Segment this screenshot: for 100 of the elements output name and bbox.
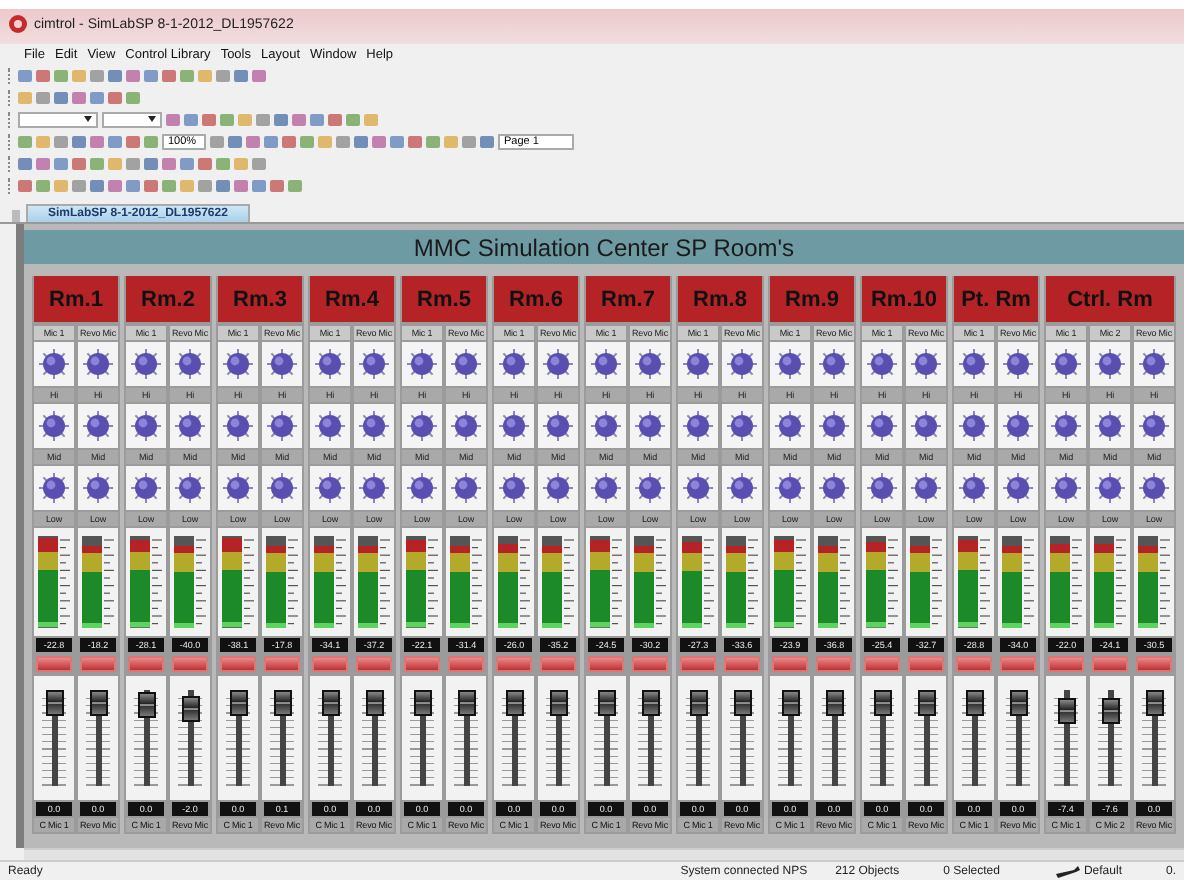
- fader-handle[interactable]: [457, 690, 475, 717]
- knob[interactable]: [1050, 348, 1082, 380]
- knob[interactable]: [450, 410, 482, 442]
- fader[interactable]: [181, 690, 199, 786]
- knob[interactable]: [958, 410, 990, 442]
- knob[interactable]: [406, 410, 438, 442]
- fader-handle[interactable]: [1145, 690, 1163, 717]
- fader[interactable]: [641, 690, 659, 786]
- knob[interactable]: [82, 348, 114, 380]
- knob[interactable]: [774, 472, 806, 504]
- knob[interactable]: [358, 348, 390, 380]
- knob[interactable]: [266, 410, 298, 442]
- knob[interactable]: [774, 348, 806, 380]
- knob[interactable]: [634, 472, 666, 504]
- knob[interactable]: [542, 472, 574, 504]
- knob[interactable]: [774, 410, 806, 442]
- knob[interactable]: [910, 348, 942, 380]
- knob[interactable]: [1050, 472, 1082, 504]
- fader[interactable]: [781, 690, 799, 786]
- knob[interactable]: [726, 410, 758, 442]
- knob[interactable]: [682, 348, 714, 380]
- knob[interactable]: [130, 410, 162, 442]
- fader-handle[interactable]: [873, 690, 891, 717]
- knob[interactable]: [498, 348, 530, 380]
- fader[interactable]: [597, 690, 615, 786]
- fader[interactable]: [873, 690, 891, 786]
- knob[interactable]: [82, 472, 114, 504]
- knob[interactable]: [314, 348, 346, 380]
- knob[interactable]: [542, 410, 574, 442]
- fader-handle[interactable]: [365, 690, 383, 717]
- fader[interactable]: [549, 690, 567, 786]
- knob[interactable]: [314, 410, 346, 442]
- fader-handle[interactable]: [917, 690, 935, 717]
- knob[interactable]: [818, 410, 850, 442]
- knob[interactable]: [406, 472, 438, 504]
- knob[interactable]: [314, 472, 346, 504]
- knob[interactable]: [1138, 348, 1170, 380]
- knob[interactable]: [174, 348, 206, 380]
- fader-handle[interactable]: [597, 690, 615, 717]
- knob[interactable]: [174, 472, 206, 504]
- knob[interactable]: [634, 410, 666, 442]
- fader-handle[interactable]: [181, 696, 199, 723]
- fader-handle[interactable]: [413, 690, 431, 717]
- knob[interactable]: [958, 348, 990, 380]
- fader[interactable]: [89, 690, 107, 786]
- knob[interactable]: [222, 472, 254, 504]
- fader[interactable]: [457, 690, 475, 786]
- fader-handle[interactable]: [229, 690, 247, 717]
- fader[interactable]: [365, 690, 383, 786]
- knob[interactable]: [1138, 472, 1170, 504]
- knob[interactable]: [1002, 410, 1034, 442]
- fader[interactable]: [689, 690, 707, 786]
- knob[interactable]: [38, 472, 70, 504]
- knob[interactable]: [266, 348, 298, 380]
- knob[interactable]: [910, 410, 942, 442]
- fader[interactable]: [137, 690, 155, 786]
- knob[interactable]: [866, 472, 898, 504]
- knob[interactable]: [1002, 472, 1034, 504]
- knob[interactable]: [866, 348, 898, 380]
- knob[interactable]: [1094, 410, 1126, 442]
- knob[interactable]: [1138, 410, 1170, 442]
- fader-handle[interactable]: [965, 690, 983, 717]
- knob[interactable]: [634, 348, 666, 380]
- knob[interactable]: [498, 472, 530, 504]
- knob[interactable]: [958, 472, 990, 504]
- fader-handle[interactable]: [1009, 690, 1027, 717]
- knob[interactable]: [174, 410, 206, 442]
- knob[interactable]: [130, 472, 162, 504]
- knob[interactable]: [1094, 472, 1126, 504]
- knob[interactable]: [450, 472, 482, 504]
- fader-handle[interactable]: [1101, 698, 1119, 725]
- fader[interactable]: [505, 690, 523, 786]
- fader-handle[interactable]: [733, 690, 751, 717]
- fader-handle[interactable]: [45, 690, 63, 717]
- fader-handle[interactable]: [781, 690, 799, 717]
- knob[interactable]: [406, 348, 438, 380]
- knob[interactable]: [450, 348, 482, 380]
- fader-handle[interactable]: [89, 690, 107, 717]
- knob[interactable]: [866, 410, 898, 442]
- fader[interactable]: [825, 690, 843, 786]
- knob[interactable]: [590, 410, 622, 442]
- fader[interactable]: [917, 690, 935, 786]
- knob[interactable]: [82, 410, 114, 442]
- knob[interactable]: [358, 472, 390, 504]
- knob[interactable]: [542, 348, 574, 380]
- fader[interactable]: [1009, 690, 1027, 786]
- knob[interactable]: [222, 410, 254, 442]
- font-size-dropdown[interactable]: [102, 111, 162, 127]
- knob[interactable]: [266, 472, 298, 504]
- fader-handle[interactable]: [321, 690, 339, 717]
- fader[interactable]: [45, 690, 63, 786]
- fader[interactable]: [273, 690, 291, 786]
- fader-handle[interactable]: [505, 690, 523, 717]
- fader[interactable]: [733, 690, 751, 786]
- knob[interactable]: [130, 348, 162, 380]
- fader-handle[interactable]: [641, 690, 659, 717]
- fader-handle[interactable]: [689, 690, 707, 717]
- fader[interactable]: [1145, 690, 1163, 786]
- fader-handle[interactable]: [825, 690, 843, 717]
- knob[interactable]: [498, 410, 530, 442]
